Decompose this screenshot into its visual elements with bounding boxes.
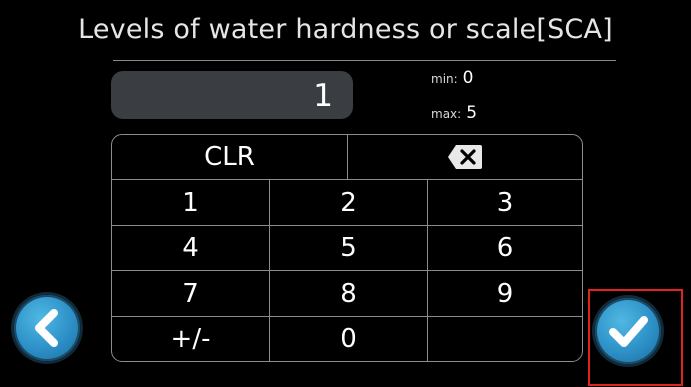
value-display[interactable]: 1: [111, 71, 353, 119]
key-6[interactable]: 6: [428, 226, 582, 270]
key-2[interactable]: 2: [270, 180, 427, 225]
key-7[interactable]: 7: [112, 271, 269, 316]
min-label: min:: [431, 72, 458, 86]
back-button[interactable]: [14, 295, 80, 361]
chevron-left-icon: [35, 309, 58, 347]
backspace-icon: [448, 145, 482, 169]
min-value: 0: [462, 68, 474, 88]
clear-button[interactable]: CLR: [112, 135, 347, 179]
key-9[interactable]: 9: [428, 271, 582, 316]
checkmark-icon: [609, 316, 648, 347]
key-8[interactable]: 8: [270, 271, 427, 316]
key-1[interactable]: 1: [112, 180, 269, 225]
max-value: 5: [466, 103, 478, 123]
key-5[interactable]: 5: [270, 226, 427, 270]
confirm-button[interactable]: [595, 298, 661, 364]
key-3[interactable]: 3: [428, 180, 582, 225]
max-label: max:: [431, 107, 462, 121]
max-range: max: 5: [431, 103, 477, 123]
key-4[interactable]: 4: [112, 226, 269, 270]
title-divider: [113, 60, 616, 61]
page-title: Levels of water hardness or scale[SCA]: [78, 14, 613, 45]
min-range: min: 0: [431, 68, 474, 88]
key-0[interactable]: 0: [270, 317, 427, 361]
backspace-button[interactable]: [348, 135, 582, 179]
sign-toggle-button[interactable]: +/-: [112, 317, 269, 361]
